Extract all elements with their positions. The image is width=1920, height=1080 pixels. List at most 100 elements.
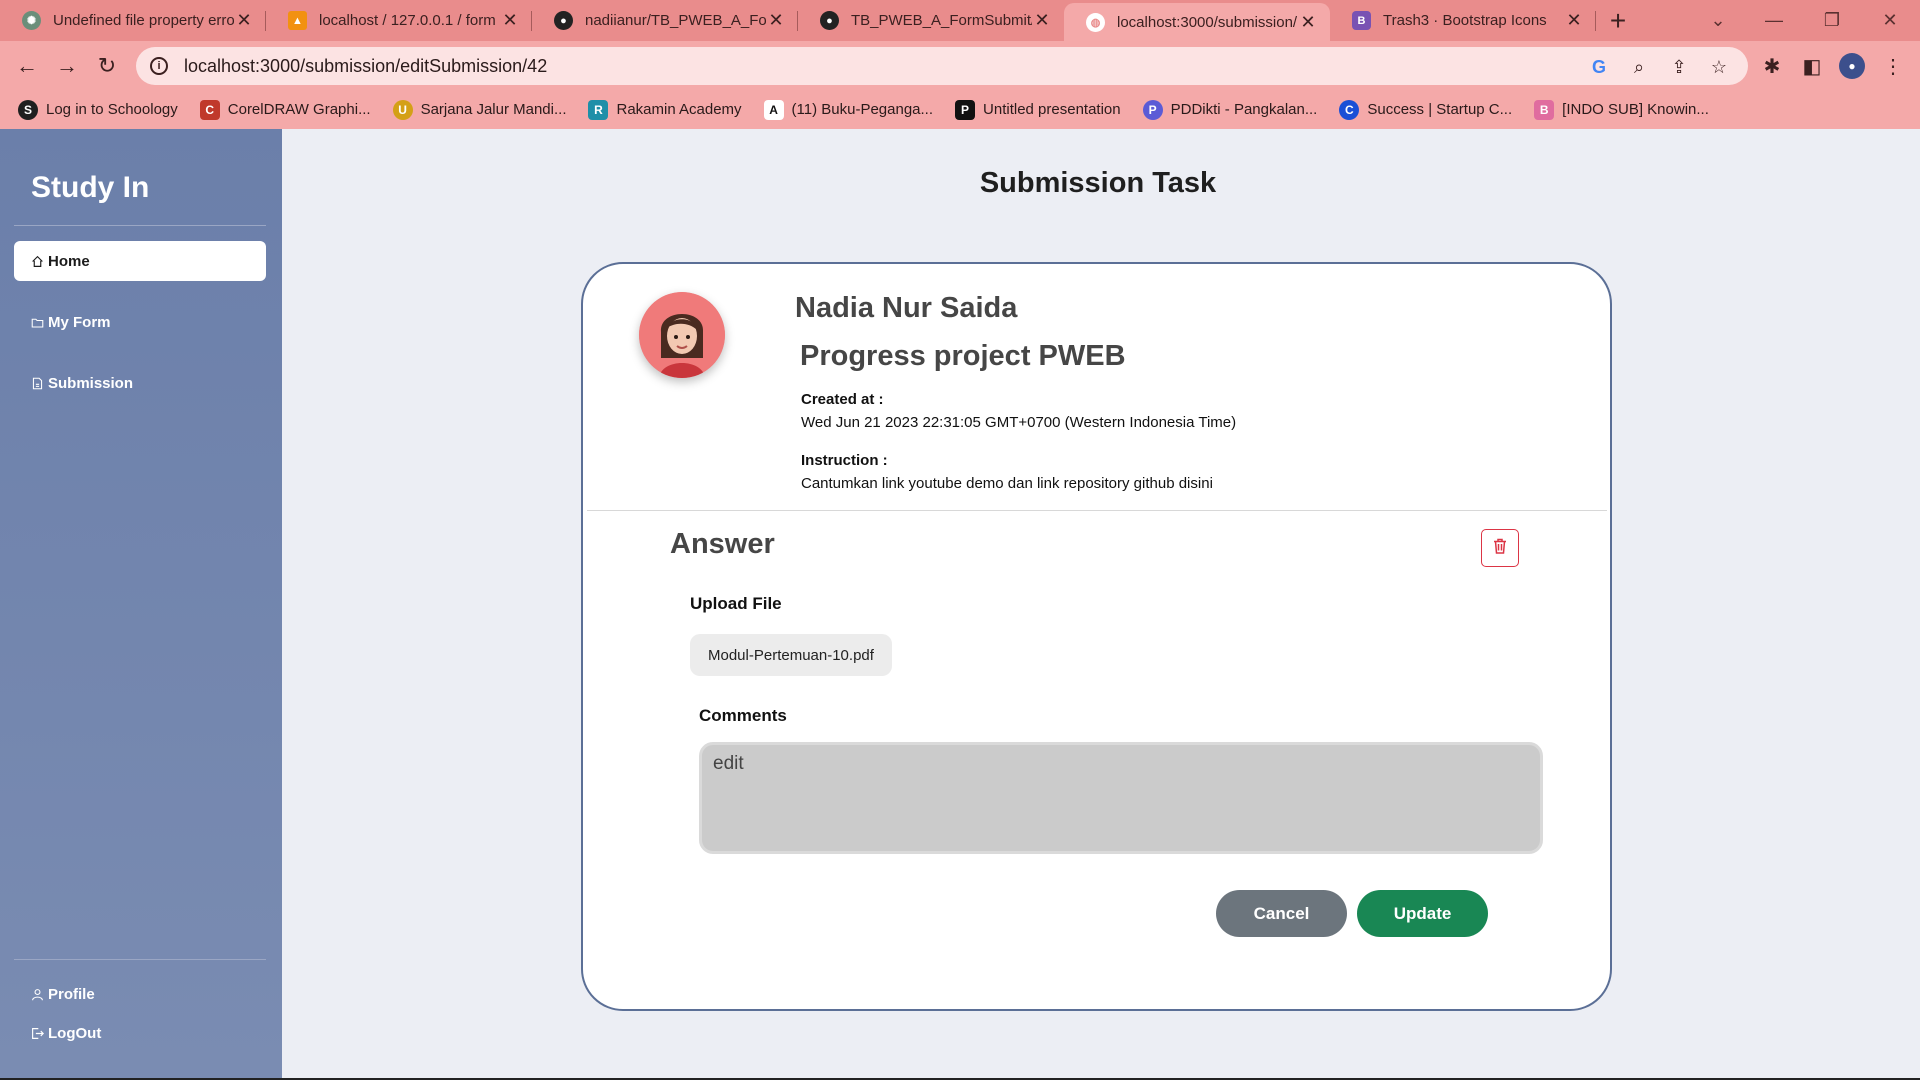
bookmark-item[interactable]: R Rakamin Academy [588, 99, 742, 120]
browser-tabstrip: ✺ Undefined file property erro ✕ ▲ local… [0, 0, 1920, 41]
bookmark-label: CorelDRAW Graphi... [227, 101, 371, 118]
rakamin-icon: R [588, 99, 609, 120]
house-icon [30, 254, 44, 268]
profile-avatar[interactable]: ● [1839, 53, 1865, 79]
google-icon[interactable]: G [1588, 56, 1610, 78]
upload-file-label: Upload File [690, 594, 782, 613]
tab-title: localhost:3000/submission/ [1117, 13, 1298, 31]
brand-title: Study In [31, 171, 150, 204]
restore-button[interactable]: ❐ [1804, 0, 1860, 41]
tab-title: Undefined file property erro [53, 12, 234, 29]
sidebar-item-label: LogOut [48, 1024, 102, 1042]
user-name: Nadia Nur Saida [795, 292, 1018, 324]
bookmark-item[interactable]: S Log in to Schoology [18, 99, 178, 120]
bookmark-item[interactable]: P Untitled presentation [955, 99, 1121, 120]
startup-icon: C [1339, 99, 1360, 120]
back-button[interactable]: ← [12, 51, 42, 81]
bookmark-item[interactable]: B [INDO SUB] Knowin... [1534, 99, 1709, 120]
bookmark-item[interactable]: A (11) Buku-Peganga... [763, 99, 934, 120]
update-button[interactable]: Update [1357, 890, 1488, 937]
sidebar-item-logout[interactable]: LogOut [14, 1013, 266, 1053]
sidebar-divider [14, 225, 266, 226]
sidebar-item-label: Home [48, 252, 90, 270]
close-icon[interactable]: ✕ [500, 10, 520, 31]
zoom-icon[interactable]: ⌕ [1628, 56, 1650, 78]
browser-tab[interactable]: ● TB_PWEB_A_FormSubmit/v ✕ [798, 0, 1064, 41]
created-at-label: Created at : [801, 391, 884, 408]
sidebar-item-label: Profile [48, 985, 95, 1003]
page-title: Submission Task [979, 167, 1217, 199]
reload-button[interactable]: ↻ [92, 51, 122, 81]
bookmark-label: Rakamin Academy [616, 101, 742, 118]
bootstrap-icon: B [1352, 11, 1371, 30]
share-icon[interactable]: ⇪ [1668, 56, 1690, 78]
file-icon [30, 376, 44, 390]
bookmark-item[interactable]: C CorelDRAW Graphi... [199, 99, 371, 120]
uploaded-file-link[interactable]: Modul-Pertemuan-10.pdf [690, 634, 892, 676]
extensions-icon[interactable]: ✱ [1759, 53, 1785, 79]
bookmarks-bar: S Log in to Schoology C CorelDRAW Graphi… [0, 90, 1920, 129]
browser-tab-active[interactable]: ◍ localhost:3000/submission/ ✕ [1064, 3, 1330, 41]
schoology-icon: S [18, 99, 38, 120]
globe-icon: ◍ [1086, 12, 1105, 32]
tab-separator [1595, 11, 1596, 31]
logout-icon [30, 1026, 44, 1040]
academia-icon: A [763, 99, 784, 120]
tab-search-icon[interactable]: ⌄ [1690, 0, 1746, 41]
close-icon[interactable]: ✕ [1564, 10, 1584, 31]
minimize-button[interactable]: — [1746, 0, 1802, 41]
url-input[interactable]: i localhost:3000/submission/editSubmissi… [136, 47, 1748, 85]
close-icon[interactable]: ✕ [1298, 12, 1318, 33]
tab-title: localhost / 127.0.0.1 / form [319, 12, 496, 29]
browser-tab[interactable]: ● nadiianur/TB_PWEB_A_Form ✕ [532, 0, 798, 41]
card-divider [587, 510, 1607, 511]
pitch-icon: P [955, 99, 976, 120]
sidebar-item-home[interactable]: Home [14, 241, 266, 281]
cancel-button[interactable]: Cancel [1216, 890, 1347, 937]
sidebar-item-label: My Form [48, 313, 111, 331]
bookmark-label: [INDO SUB] Knowin... [1562, 101, 1709, 118]
instruction-value: Cantumkan link youtube demo dan link rep… [801, 475, 1213, 492]
created-at-value: Wed Jun 21 2023 22:31:05 GMT+0700 (Weste… [801, 414, 1237, 431]
comments-textarea[interactable]: edit [699, 742, 1543, 854]
bookmark-item[interactable]: C Success | Startup C... [1339, 99, 1512, 120]
bookmark-star-icon[interactable]: ☆ [1708, 56, 1730, 78]
sidebar-divider [14, 959, 266, 960]
browser-tab[interactable]: B Trash3 · Bootstrap Icons ✕ [1330, 0, 1596, 41]
close-icon[interactable]: ✕ [234, 10, 254, 31]
bookmark-item[interactable]: U Sarjana Jalur Mandi... [392, 99, 567, 120]
bookmark-label: Sarjana Jalur Mandi... [420, 101, 567, 118]
sidebar-item-profile[interactable]: Profile [14, 974, 266, 1014]
url-text: localhost:3000/submission/editSubmission… [184, 55, 548, 76]
delete-button[interactable] [1481, 529, 1519, 567]
university-icon: U [392, 99, 413, 120]
close-icon[interactable]: ✕ [766, 10, 786, 31]
bookmark-label: Log in to Schoology [46, 101, 178, 118]
person-icon [30, 987, 44, 1001]
window-close-button[interactable]: ✕ [1862, 0, 1918, 41]
pddikti-icon: P [1142, 99, 1163, 120]
sidebar-item-my-form[interactable]: My Form [14, 302, 266, 342]
sidebar-item-submission[interactable]: Submission [14, 363, 266, 403]
bookmark-item[interactable]: P PDDikti - Pangkalan... [1142, 99, 1318, 120]
browser-tab[interactable]: ✺ Undefined file property erro ✕ [0, 0, 266, 41]
sidebar: Study In Home My Form Submission Profile… [0, 129, 282, 1080]
address-bar: ← → ↻ i localhost:3000/submission/editSu… [0, 41, 1920, 90]
tab-title: TB_PWEB_A_FormSubmit/v [851, 12, 1032, 29]
site-info-icon[interactable]: i [150, 57, 168, 75]
phpmyadmin-icon: ▲ [288, 11, 307, 30]
folder-icon [30, 315, 44, 329]
bookmark-label: (11) Buku-Peganga... [791, 101, 934, 118]
github-icon: ● [554, 11, 573, 30]
answer-heading: Answer [670, 528, 775, 560]
instruction-label: Instruction : [801, 452, 888, 469]
forward-button[interactable]: → [52, 51, 82, 81]
side-panel-icon[interactable]: ◧ [1799, 53, 1825, 79]
chatgpt-icon: ✺ [22, 11, 41, 30]
close-icon[interactable]: ✕ [1032, 10, 1052, 31]
browser-tab[interactable]: ▲ localhost / 127.0.0.1 / form ✕ [266, 0, 532, 41]
new-tab-button[interactable]: + [1596, 0, 1640, 41]
menu-icon[interactable]: ⋮ [1880, 53, 1906, 79]
github-icon: ● [820, 11, 839, 30]
bookmark-label: PDDikti - Pangkalan... [1170, 101, 1318, 118]
